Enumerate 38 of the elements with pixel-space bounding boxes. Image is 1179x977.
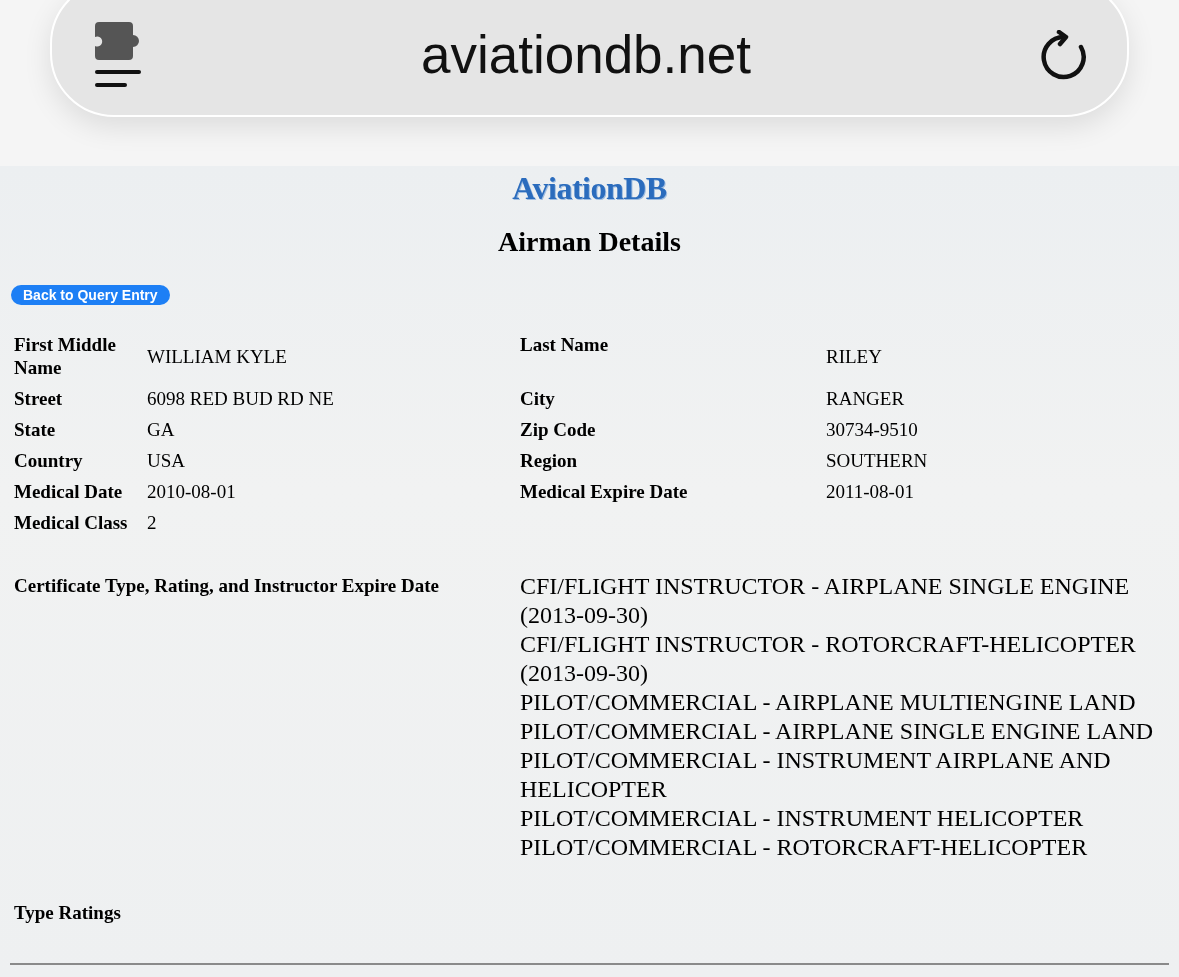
certificate-entry: PILOT/COMMERCIAL - INSTRUMENT AIRPLANE AND HELICOPTER [520,746,1112,804]
field-label: Region [520,450,577,471]
field-value: RANGER [826,388,905,409]
certificate-entry: PILOT/COMMERCIAL - INSTRUMENT HELICOPTER [520,804,1085,833]
field-label: City [520,388,555,409]
field-label: Medical Expire Date [520,481,688,502]
certificate-entry: CFI/FLIGHT INSTRUCTOR - AIRPLANE SINGLE ENGINE (2013-09-30) [520,572,1131,630]
field-value: USA [147,450,185,471]
certificate-entry: CFI/FLIGHT INSTRUCTOR - ROTORCRAFT-HELICOPTER (2013-09-30) [520,630,1137,688]
field-value: 2 [147,512,157,533]
reload-icon[interactable] [1041,29,1087,80]
page-title: Airman Details [498,226,681,258]
puzzle-menu-icon[interactable] [95,21,143,88]
field-value: 2010-08-01 [147,481,236,502]
field-value: GA [147,419,175,440]
field-label: Last Name [520,334,609,355]
field-value: WILLIAM KYLE [147,345,287,367]
field-value: 30734-9510 [826,419,918,440]
field-label: Medical Date [14,481,123,502]
back-button[interactable]: Back to Query Entry [11,285,170,305]
field-label: Medical Class [14,512,128,533]
field-value: SOUTHERN [826,450,928,471]
certificate-entry: PILOT/COMMERCIAL - AIRPLANE SINGLE ENGINE LAND [520,717,1155,746]
field-label: Country [14,450,83,471]
certificate-label: Certificate Type, Rating, and Instructor Expire Date [14,575,439,596]
field-label: Zip Code [520,419,596,440]
url-text[interactable]: aviationdb.net [420,24,751,85]
field-value: RILEY [826,345,882,367]
field-value: 2011-08-01 [826,481,914,502]
field-label: State [14,419,56,440]
address-bar[interactable]: aviationdb.net [50,0,1129,117]
type-ratings-label: Type Ratings [14,902,121,923]
certificate-entry: PILOT/COMMERCIAL - AIRPLANE MULTIENGINE LAND [520,688,1137,717]
site-logo[interactable]: AviationDB [512,170,667,206]
field-label: Street [14,388,63,409]
field-label: First Middle Name [14,334,116,378]
certificate-entry: PILOT/COMMERCIAL - ROTORCRAFT-HELICOPTER [520,833,1089,862]
field-value: 6098 RED BUD RD NE [147,388,334,409]
